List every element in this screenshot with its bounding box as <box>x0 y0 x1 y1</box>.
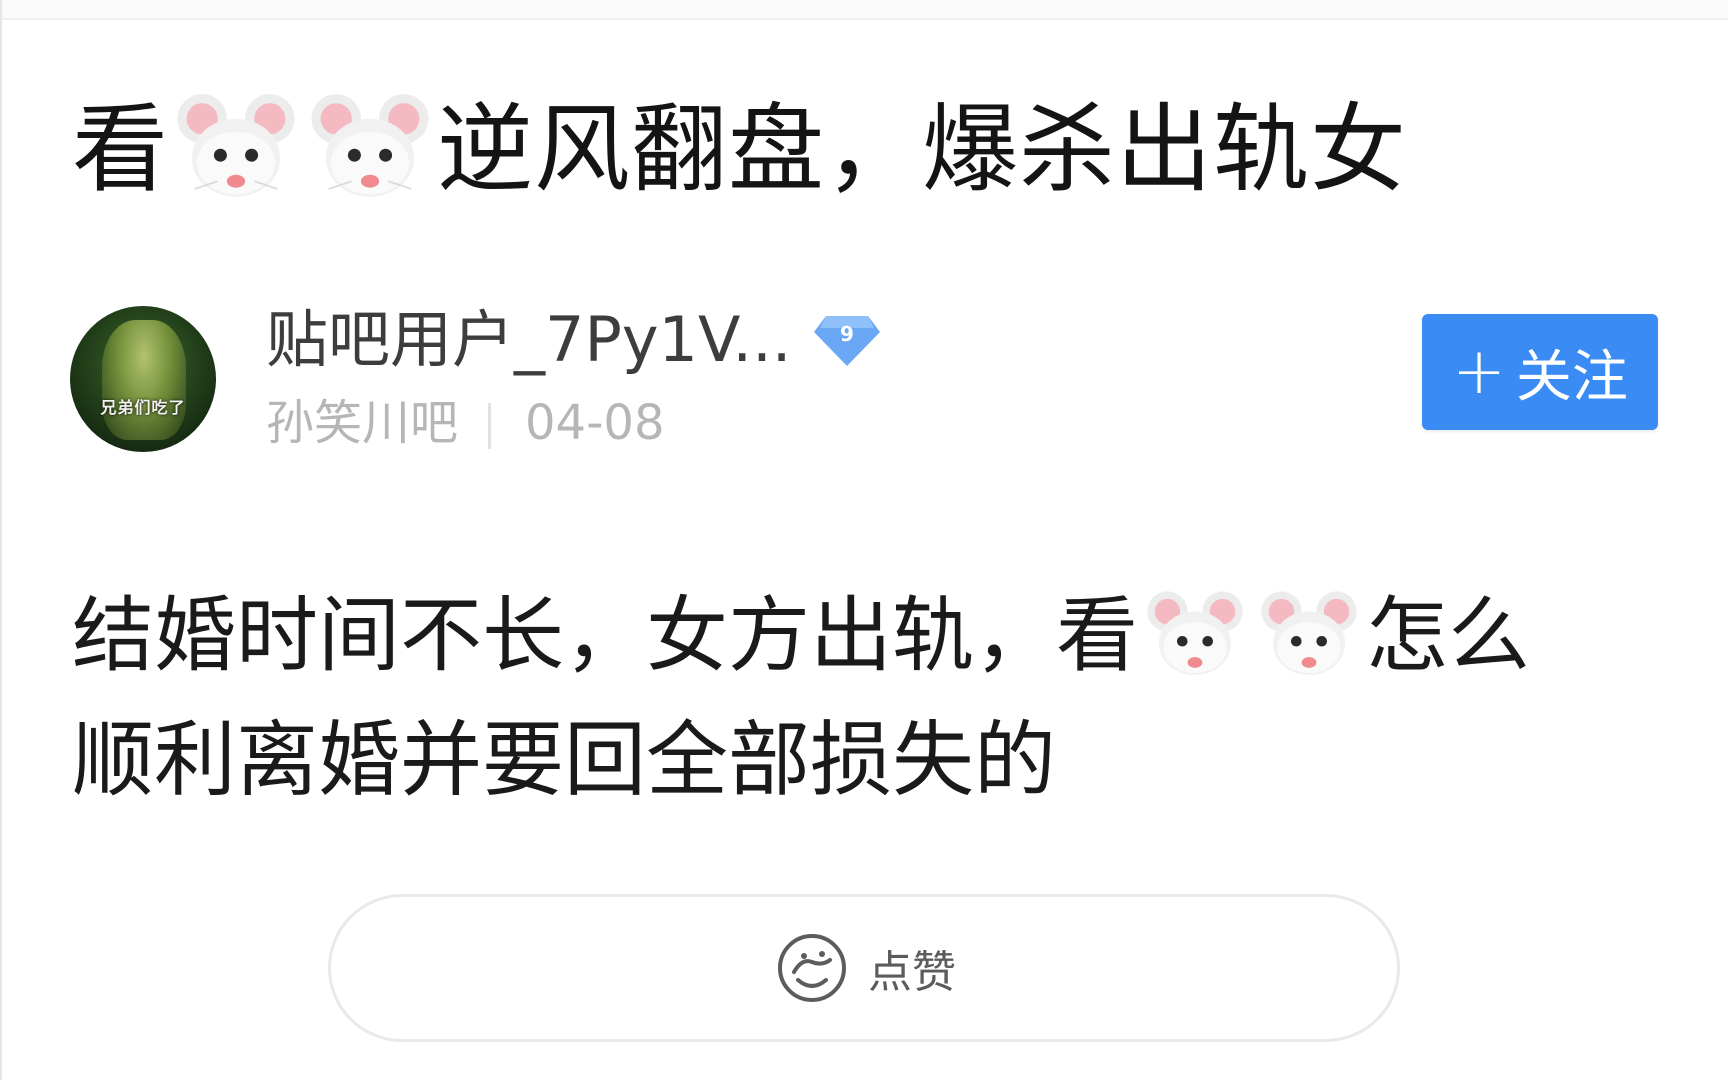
like-button[interactable]: 点赞 <box>328 894 1400 1042</box>
title-part-2: 逆风翻盘，爆杀出轨女 <box>437 93 1407 206</box>
author-username[interactable]: 贴吧用户_7Py1V... <box>266 300 792 380</box>
level-badge: 9 <box>812 310 882 370</box>
level-number: 9 <box>840 322 854 346</box>
body-line-1-text-a: 结婚时间不长，女方出轨，看 <box>72 588 1139 684</box>
post-title: 看 逆风翻盘，爆杀出轨女 <box>72 78 1672 215</box>
author-row: 兄弟们吃了 贴吧用户_7Py1V... 9 孙笑川吧 04-08 + 关注 <box>70 300 1670 460</box>
post-date: 04-08 <box>525 395 665 451</box>
follow-button[interactable]: + 关注 <box>1422 314 1658 430</box>
avatar-figure <box>102 320 186 440</box>
forum-name[interactable]: 孙笑川吧 <box>266 395 458 451</box>
left-frame-edge <box>0 0 2 1080</box>
top-frame-edge <box>0 0 1728 20</box>
thumbs-up-icon <box>778 934 846 1002</box>
body-line-2: 顺利离婚并要回全部损失的 <box>72 712 1057 808</box>
meta-divider <box>488 403 492 449</box>
post-body: 结婚时间不长，女方出轨，看 怎么 顺利离婚并要回全部损失的 <box>72 570 1672 823</box>
mouse-face-emoji-icon <box>1261 590 1357 675</box>
avatar[interactable]: 兄弟们吃了 <box>70 306 216 452</box>
mouse-face-emoji-icon <box>177 93 295 197</box>
body-line-1-text-b: 怎么 <box>1366 588 1531 684</box>
plus-icon: + <box>1452 335 1506 409</box>
mouse-face-emoji-icon <box>311 93 429 197</box>
avatar-caption: 兄弟们吃了 <box>100 398 186 417</box>
post-meta: 孙笑川吧 04-08 <box>266 388 665 458</box>
mouse-face-emoji-icon <box>1147 590 1243 675</box>
body-line-1: 结婚时间不长，女方出轨，看 怎么 <box>72 570 1672 699</box>
follow-button-label: 关注 <box>1515 344 1628 410</box>
like-button-label: 点赞 <box>868 947 956 998</box>
title-part-1: 看 <box>72 93 169 206</box>
